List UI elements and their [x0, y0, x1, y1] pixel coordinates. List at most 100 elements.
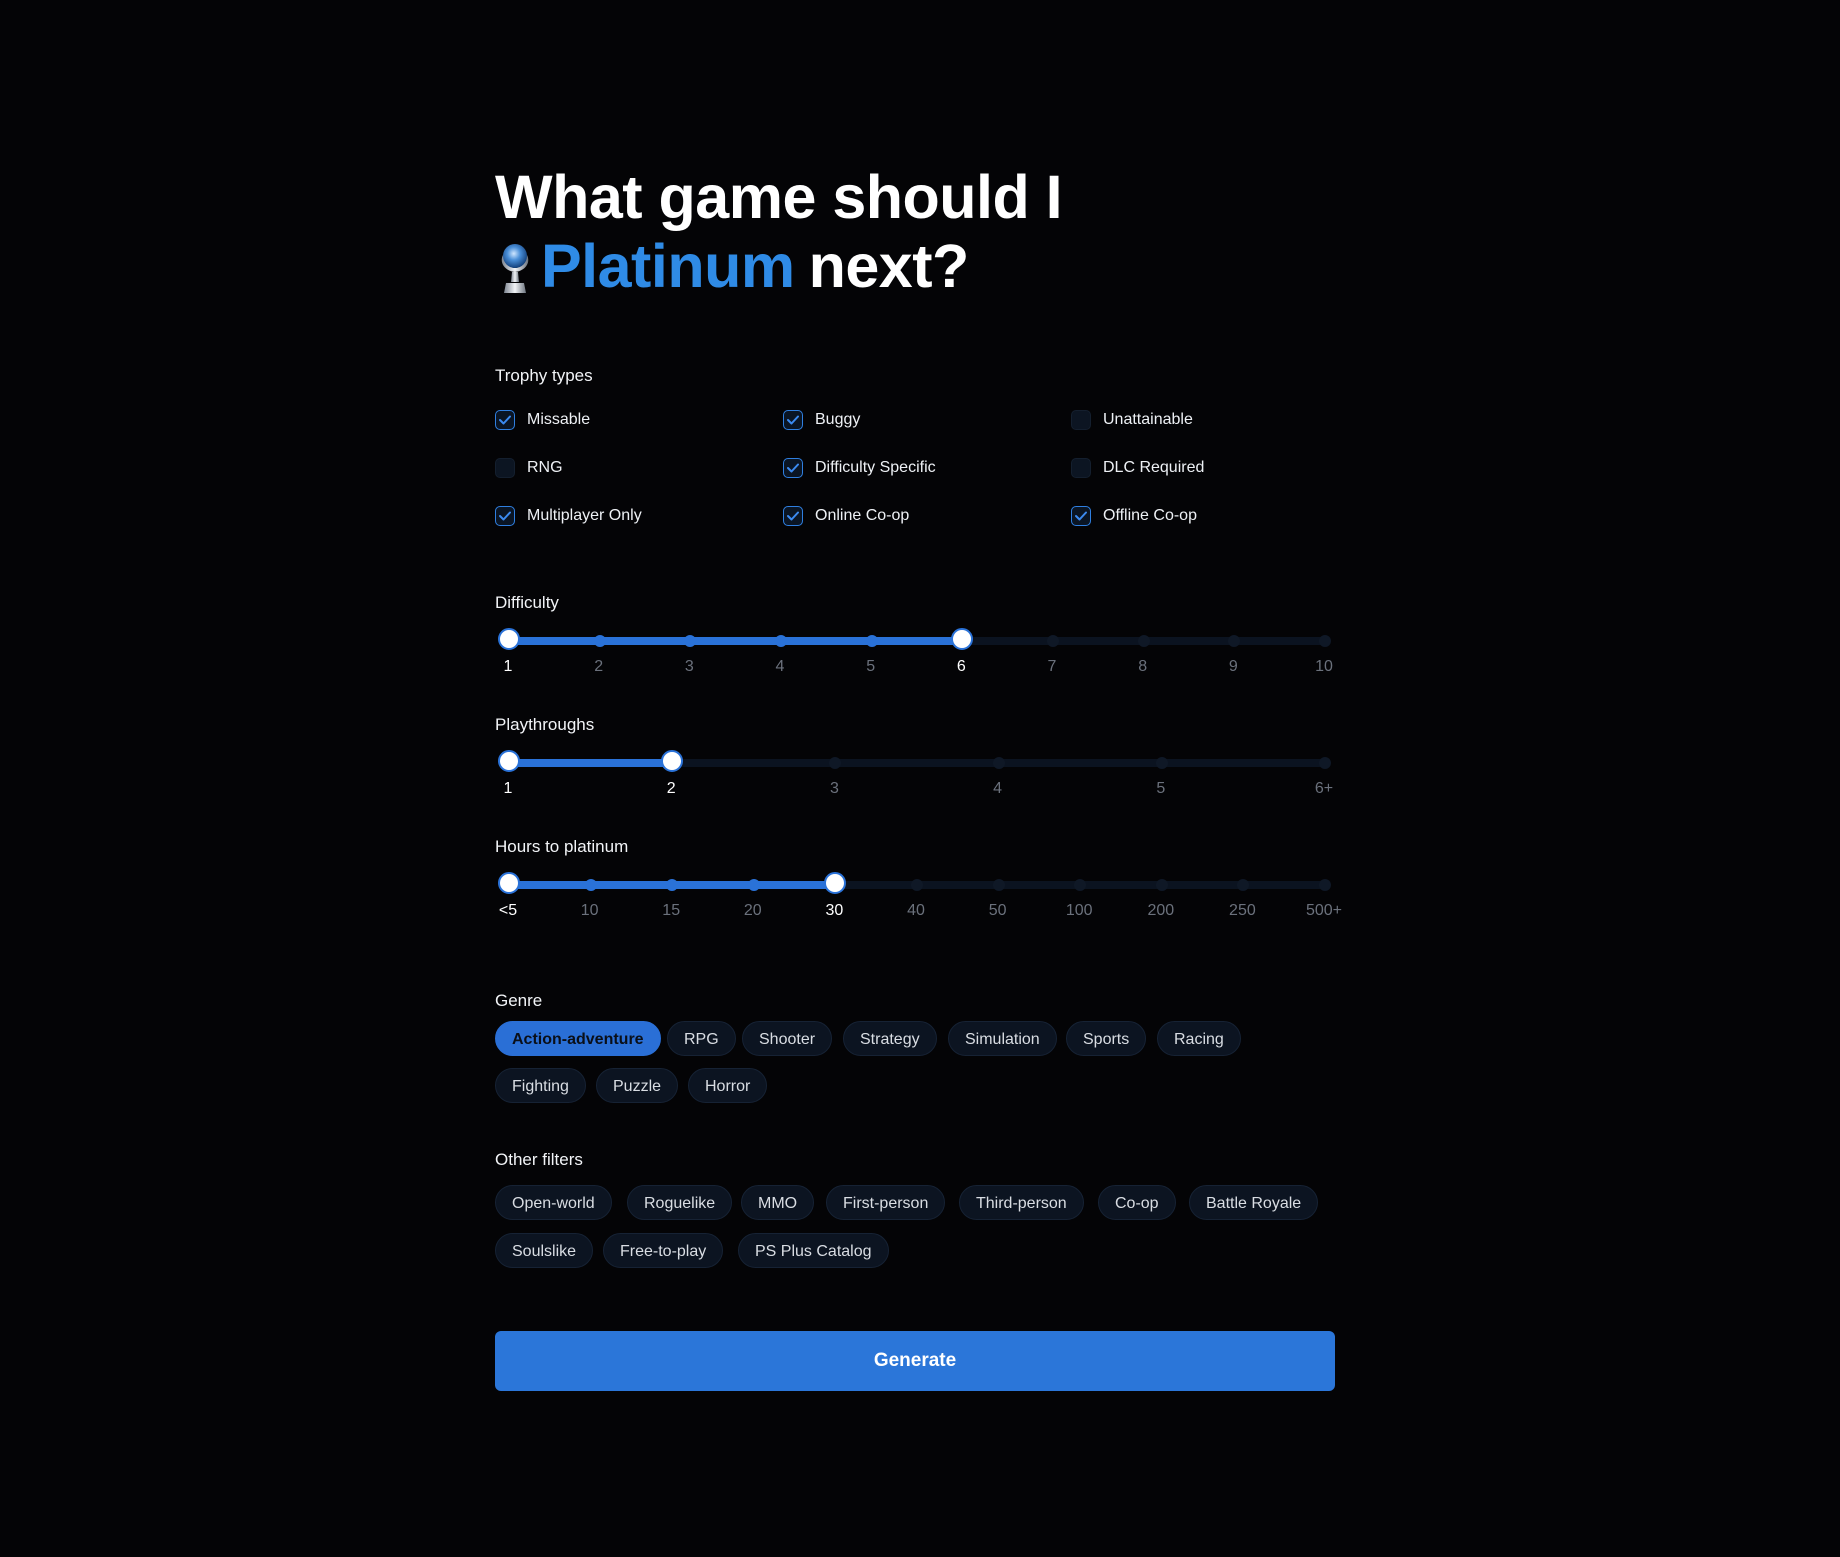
generate-button[interactable]: Generate — [495, 1331, 1335, 1391]
slider-tick-label: 30 — [825, 902, 844, 919]
slider-tick[interactable] — [1319, 879, 1331, 891]
checkbox-rng[interactable]: RNG — [495, 458, 563, 478]
chip-simulation[interactable]: Simulation — [948, 1021, 1057, 1056]
chip-third-person[interactable]: Third-person — [959, 1185, 1084, 1220]
slider-tick-label: 5 — [1156, 780, 1166, 797]
chip-free-to-play[interactable]: Free-to-play — [603, 1233, 724, 1268]
chip-horror[interactable]: Horror — [688, 1068, 768, 1103]
slider-min-handle[interactable] — [498, 750, 520, 772]
slider-tick[interactable] — [865, 635, 878, 647]
chip-first-person[interactable]: First-person — [826, 1185, 946, 1220]
checkmark-icon — [787, 415, 799, 425]
slider-tick[interactable] — [911, 879, 923, 891]
slider-min-handle[interactable] — [498, 628, 520, 650]
slider-tick-label: 8 — [1138, 658, 1148, 675]
slider-tick[interactable] — [593, 635, 606, 647]
slider-tick[interactable] — [1047, 635, 1059, 647]
chip-battle-royale[interactable]: Battle Royale — [1189, 1185, 1319, 1220]
chip-fighting[interactable]: Fighting — [495, 1068, 586, 1103]
slider-tick[interactable] — [829, 757, 842, 769]
slider-tick-label: 250 — [1229, 902, 1256, 919]
slider-tick[interactable] — [1074, 879, 1087, 891]
checkmark-icon — [1075, 511, 1087, 521]
difficulty-slider[interactable]: 1 2 3 4 5 6 7 8 9 10 — [495, 628, 1335, 690]
checkbox-offline-coop[interactable]: Offline Co-op — [1071, 506, 1197, 526]
checkbox-box[interactable] — [495, 410, 515, 430]
slider-tick-label: 200 — [1147, 902, 1175, 919]
chip-ps-plus-catalog[interactable]: PS Plus Catalog — [738, 1233, 889, 1268]
checkbox-box[interactable] — [495, 458, 515, 478]
checkbox-box[interactable] — [783, 458, 803, 478]
slider-tick-label: 6+ — [1314, 780, 1334, 797]
slider-tick-label: 1 — [503, 658, 513, 675]
checkbox-multiplayer-only[interactable]: Multiplayer Only — [495, 506, 642, 526]
slider-tick[interactable] — [1237, 879, 1250, 891]
slider-tick[interactable] — [1319, 757, 1331, 769]
checkbox-box[interactable] — [495, 506, 515, 526]
chip-open-world[interactable]: Open-world — [495, 1185, 612, 1220]
checkbox-dlc-required[interactable]: DLC Required — [1071, 458, 1204, 478]
slider-tick[interactable] — [775, 635, 787, 647]
slider-tick[interactable] — [747, 879, 760, 891]
slider-tick[interactable] — [684, 635, 697, 647]
checkbox-label: Missable — [527, 411, 591, 428]
title-line-2: Platinum next? — [495, 232, 1062, 301]
chip-strategy[interactable]: Strategy — [843, 1021, 937, 1056]
checkbox-online-coop[interactable]: Online Co-op — [783, 506, 909, 526]
checkbox-label: RNG — [527, 459, 563, 476]
page-title: What game should I Platinum next? — [495, 163, 1063, 301]
slider-tick[interactable] — [992, 757, 1005, 769]
platinum-trophy-icon — [495, 240, 535, 294]
slider-tick-label: <5 — [498, 902, 518, 919]
playthroughs-slider[interactable]: 1 2 3 4 5 6+ — [495, 750, 1335, 812]
slider-min-handle[interactable] — [498, 872, 520, 894]
chip-rpg[interactable]: RPG — [667, 1021, 736, 1056]
slider-tick-label: 10 — [1315, 658, 1333, 675]
checkbox-box[interactable] — [1071, 410, 1091, 430]
chip-mmo[interactable]: MMO — [741, 1185, 815, 1220]
checkbox-label: Online Co-op — [815, 507, 910, 524]
slider-tick[interactable] — [1155, 757, 1168, 769]
chip-sports[interactable]: Sports — [1066, 1021, 1147, 1056]
slider-tick-label: 2 — [666, 780, 676, 797]
checkbox-box[interactable] — [783, 410, 803, 430]
trophy-types-label: Trophy types — [495, 366, 593, 385]
hours-to-platinum-label: Hours to platinum — [495, 837, 629, 856]
title-accent-word: Platinum — [541, 232, 795, 300]
checkbox-missable[interactable]: Missable — [495, 410, 590, 430]
checkbox-label: Unattainable — [1103, 411, 1193, 428]
slider-tick-label: 10 — [580, 902, 599, 919]
slider-tick-label: 5 — [866, 658, 876, 675]
slider-tick[interactable] — [992, 879, 1005, 891]
checkbox-box[interactable] — [1071, 506, 1091, 526]
chip-soulslike[interactable]: Soulslike — [495, 1233, 594, 1268]
chip-roguelike[interactable]: Roguelike — [627, 1185, 733, 1220]
slider-tick-label: 9 — [1228, 658, 1238, 675]
slider-tick[interactable] — [1228, 635, 1241, 647]
chip-puzzle[interactable]: Puzzle — [596, 1068, 679, 1103]
slider-max-handle[interactable] — [824, 872, 847, 894]
checkbox-buggy[interactable]: Buggy — [783, 410, 860, 430]
slider-max-handle[interactable] — [661, 750, 684, 772]
slider-max-handle[interactable] — [951, 628, 974, 650]
hours-to-platinum-slider[interactable]: <5 10 15 20 30 40 50 100 200 250 500+ — [495, 872, 1342, 934]
checkbox-box[interactable] — [783, 506, 803, 526]
checkbox-box[interactable] — [1071, 458, 1091, 478]
checkbox-unattainable[interactable]: Unattainable — [1071, 410, 1193, 430]
chip-action-adventure[interactable]: Action-adventure — [495, 1021, 661, 1056]
slider-tick[interactable] — [1137, 635, 1150, 647]
slider-tick-label: 500+ — [1305, 902, 1343, 919]
slider-tick[interactable] — [1155, 879, 1168, 891]
slider-range-fill — [509, 637, 963, 645]
slider-tick[interactable] — [1319, 635, 1331, 647]
checkbox-difficulty-specific[interactable]: Difficulty Specific — [783, 458, 936, 478]
checkbox-label: Buggy — [815, 411, 861, 428]
chip-racing[interactable]: Racing — [1157, 1021, 1241, 1056]
slider-tick[interactable] — [666, 879, 679, 891]
checkbox-label: Offline Co-op — [1103, 507, 1197, 524]
chip-shooter[interactable]: Shooter — [742, 1021, 833, 1056]
slider-tick[interactable] — [584, 879, 597, 891]
chip-co-op[interactable]: Co-op — [1098, 1185, 1176, 1220]
checkmark-icon — [787, 463, 799, 473]
slider-range-fill — [509, 759, 673, 767]
